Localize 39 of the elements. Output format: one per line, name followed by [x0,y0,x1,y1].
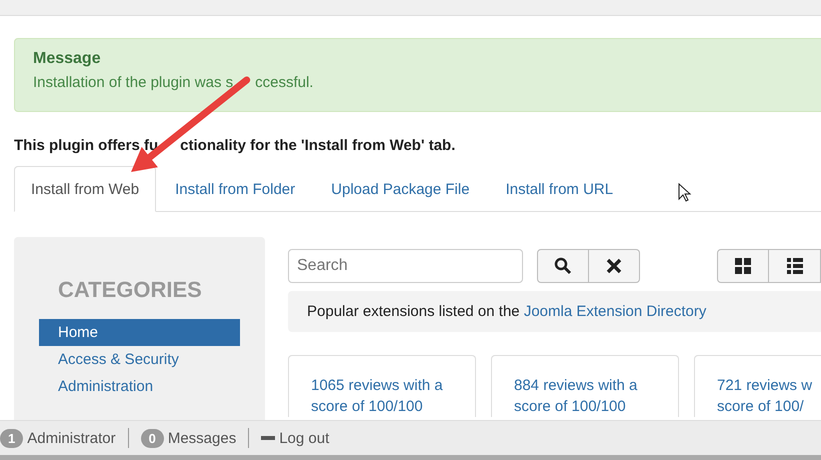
list-icon [786,258,803,274]
status-link[interactable]: Messages [168,430,236,446]
card-text: 721 reviews w [717,376,812,396]
card-text: score of 100/100 [311,397,423,417]
category-item[interactable]: Administration [39,373,240,400]
search-icon [554,257,572,275]
close-icon [606,258,622,274]
tab[interactable]: Install from Folder [158,166,312,212]
list-view-button[interactable] [769,249,821,283]
extension-card[interactable]: 884 reviews with a score of 100/100 [491,355,679,417]
directory-link[interactable]: Joomla Extension Directory [524,303,706,320]
alert-text: ccessful. [255,74,314,91]
count-badge: 0 [140,428,164,448]
plugin-note: ctionality for the 'Install from Web' tab. [180,137,456,154]
status-link[interactable]: Administrator [27,430,116,446]
alert-text: Installation of the plugin was s [33,74,234,91]
extension-card[interactable]: 721 reviews w score of 100/ [694,355,821,417]
sidebar-heading: CATEGORIES [58,277,202,303]
tab[interactable]: Install from Web [14,166,156,212]
cursor-icon [678,183,692,203]
category-item[interactable]: Home [39,319,240,346]
info-text: Popular extensions listed on the Joomla Extension Directory [307,303,706,320]
grid-icon [735,258,752,274]
card-text: 1065 reviews with a [311,376,443,396]
grid-view-button[interactable] [717,249,770,283]
category-item[interactable]: Access & Security [39,346,240,373]
search-button[interactable] [536,249,589,283]
alert-title: Message [33,50,101,68]
extension-card[interactable]: 1065 reviews with a score of 100/100 [288,355,476,417]
card-text: 884 reviews with a [514,376,638,396]
count-badge: 1 [0,428,24,448]
clear-button[interactable] [588,249,640,283]
tab[interactable]: Install from URL [488,166,630,212]
card-text: score of 100/ [717,397,804,417]
card-text: score of 100/100 [514,397,626,417]
search-field[interactable]: Search [288,249,523,283]
logout-link[interactable]: Log out [279,430,330,446]
minus-icon [261,436,276,440]
tab[interactable]: Upload Package File [314,166,487,212]
